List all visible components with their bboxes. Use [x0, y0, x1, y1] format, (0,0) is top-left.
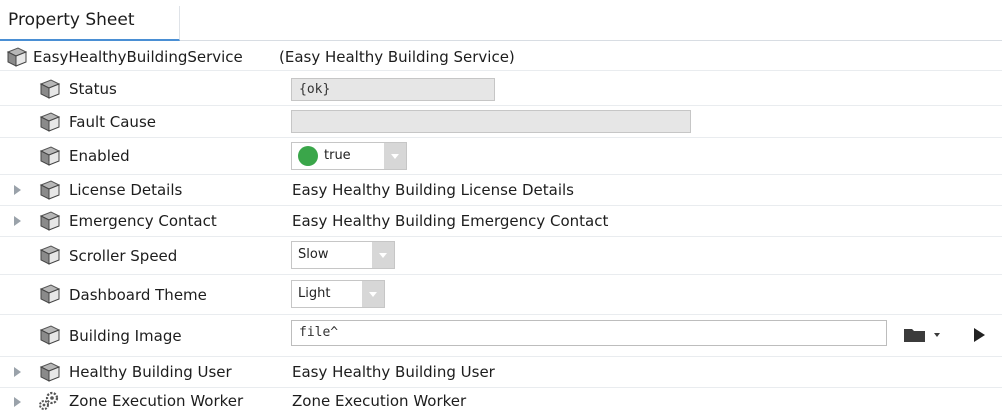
property-label-status: Status — [69, 80, 117, 98]
component-cube-icon — [39, 245, 61, 265]
expand-arrow-icon[interactable] — [14, 367, 21, 377]
dashboard-theme-select[interactable]: Light — [291, 280, 385, 308]
property-value-healthy-building-user: Easy Healthy Building User — [292, 363, 495, 381]
component-cube-icon — [6, 47, 28, 67]
component-cube-icon — [39, 112, 61, 132]
root-row[interactable]: EasyHealthyBuildingService (Easy Healthy… — [0, 44, 1002, 71]
expand-arrow-icon[interactable] — [14, 216, 21, 226]
property-label-scroller-speed: Scroller Speed — [69, 247, 178, 265]
enabled-select[interactable]: true — [291, 142, 407, 170]
property-row-building-image[interactable]: Building Image file^ — [0, 315, 1002, 357]
status-field: {ok} — [291, 78, 495, 101]
property-label-healthy-building-user: Healthy Building User — [69, 363, 232, 381]
expand-arrow-icon[interactable] — [14, 185, 21, 195]
property-row-healthy-building-user[interactable]: Healthy Building User Easy Healthy Build… — [0, 357, 1002, 388]
tab-property-sheet[interactable]: Property Sheet — [0, 6, 180, 41]
component-cube-icon — [39, 180, 61, 200]
property-label-building-image: Building Image — [69, 327, 182, 345]
component-cube-icon — [39, 146, 61, 166]
building-image-field[interactable]: file^ — [291, 320, 887, 346]
chevron-down-icon[interactable] — [384, 143, 406, 169]
enabled-select-value: true — [324, 148, 351, 163]
property-label-zone-execution-worker: Zone Execution Worker — [69, 392, 244, 410]
dashboard-theme-select-value: Light — [298, 286, 331, 301]
property-value-emergency-contact: Easy Healthy Building Emergency Contact — [292, 212, 609, 230]
property-label-fault-cause: Fault Cause — [69, 113, 156, 131]
gears-icon — [39, 391, 59, 410]
chevron-down-icon[interactable] — [362, 281, 384, 307]
chevron-down-icon[interactable] — [372, 242, 394, 268]
scroller-speed-select[interactable]: Slow — [291, 241, 395, 269]
expand-arrow-icon[interactable] — [14, 397, 21, 407]
property-label-dashboard-theme: Dashboard Theme — [69, 286, 207, 304]
component-cube-icon — [39, 211, 61, 231]
property-row-status[interactable]: Status {ok} — [0, 73, 1002, 106]
play-icon[interactable] — [974, 328, 985, 342]
property-label-license-details: License Details — [69, 181, 183, 199]
folder-icon[interactable] — [903, 325, 943, 345]
property-value-zone-execution-worker: Zone Execution Worker — [292, 392, 467, 410]
component-cube-icon — [39, 79, 61, 99]
property-row-fault-cause[interactable]: Fault Cause — [0, 106, 1002, 138]
component-cube-icon — [39, 284, 61, 304]
root-display-name: (Easy Healthy Building Service) — [279, 48, 515, 66]
fault-cause-field — [291, 110, 691, 133]
property-row-enabled[interactable]: Enabled true — [0, 138, 1002, 175]
scroller-speed-select-value: Slow — [298, 247, 329, 262]
root-name: EasyHealthyBuildingService — [33, 48, 243, 66]
property-label-emergency-contact: Emergency Contact — [69, 212, 217, 230]
property-row-emergency-contact[interactable]: Emergency Contact Easy Healthy Building … — [0, 206, 1002, 237]
property-label-enabled: Enabled — [69, 147, 130, 165]
tab-bar: Property Sheet — [0, 0, 1002, 41]
component-cube-icon — [39, 362, 61, 382]
property-row-dashboard-theme[interactable]: Dashboard Theme Light — [0, 275, 1002, 315]
property-row-scroller-speed[interactable]: Scroller Speed Slow — [0, 237, 1002, 275]
property-row-license-details[interactable]: License Details Easy Healthy Building Li… — [0, 175, 1002, 206]
property-value-license-details: Easy Healthy Building License Details — [292, 181, 574, 199]
component-cube-icon — [39, 325, 61, 345]
status-dot-icon — [298, 146, 318, 166]
property-row-zone-execution-worker[interactable]: Zone Execution Worker Zone Execution Wor… — [0, 388, 1002, 415]
